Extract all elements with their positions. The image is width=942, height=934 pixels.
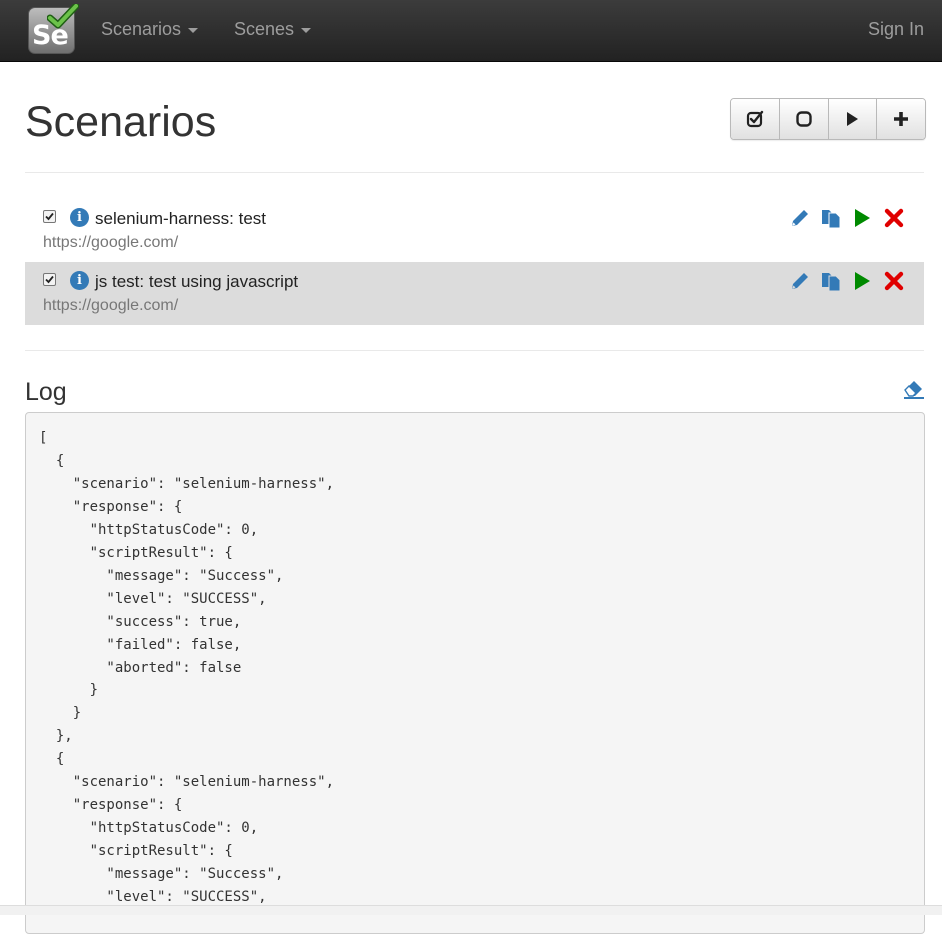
info-icon[interactable]: i: [70, 271, 89, 290]
nav-scenes-dropdown[interactable]: Scenes: [234, 19, 312, 40]
edit-icon: [792, 273, 808, 289]
eraser-icon: [904, 381, 924, 399]
scenario-checkbox[interactable]: [43, 210, 56, 223]
checkmark-icon: [45, 275, 54, 284]
scenario-actions: [789, 270, 909, 292]
scenario-row-selected[interactable]: i js test: test using javascript https:/…: [25, 262, 924, 325]
delete-button[interactable]: [883, 207, 905, 229]
copy-icon: [822, 210, 841, 229]
caret-down-icon: [301, 27, 312, 33]
checkmark-icon: [45, 212, 54, 221]
scenario-name[interactable]: selenium-harness: test: [95, 209, 266, 229]
clear-log-button[interactable]: [902, 376, 926, 400]
scenario-row[interactable]: i selenium-harness: test https://google.…: [25, 199, 924, 262]
info-icon[interactable]: i: [70, 208, 89, 227]
log-title: Log: [25, 378, 67, 406]
copy-icon: [822, 273, 841, 292]
plus-icon: [894, 112, 909, 126]
log-content: [ { "scenario": "selenium-harness", "res…: [39, 430, 335, 906]
select-all-icon: [746, 110, 764, 128]
scenario-toolbar: [730, 98, 926, 140]
add-scenario-button[interactable]: [877, 99, 925, 139]
scenario-name[interactable]: js test: test using javascript: [95, 272, 298, 292]
scenario-url: https://google.com/: [43, 297, 179, 314]
scenario-url: https://google.com/: [43, 234, 179, 251]
edit-icon: [792, 210, 808, 226]
play-icon: [847, 112, 859, 126]
divider: [25, 350, 924, 351]
run-button[interactable]: [851, 207, 873, 229]
sign-in-link[interactable]: Sign In: [868, 19, 924, 40]
nav-scenarios-label: Scenarios: [101, 19, 182, 39]
page-title: Scenarios: [25, 98, 217, 146]
run-button[interactable]: [851, 270, 873, 292]
log-output[interactable]: [ { "scenario": "selenium-harness", "res…: [25, 412, 925, 934]
stop-button[interactable]: [779, 99, 829, 139]
select-all-button[interactable]: [731, 99, 780, 139]
selenium-logo[interactable]: Se: [28, 4, 79, 54]
run-icon: [855, 209, 870, 227]
navbar: Se Scenarios Scenes Sign In: [0, 0, 942, 62]
edit-button[interactable]: [789, 270, 811, 292]
copy-button[interactable]: [820, 270, 842, 292]
stop-icon: [795, 111, 812, 127]
scenario-checkbox[interactable]: [43, 273, 56, 286]
delete-icon: [884, 208, 904, 228]
caret-down-icon: [188, 27, 199, 33]
edit-button[interactable]: [789, 207, 811, 229]
copy-button[interactable]: [820, 207, 842, 229]
nav-scenes-label: Scenes: [234, 19, 295, 39]
delete-icon: [884, 271, 904, 291]
run-all-button[interactable]: [828, 99, 878, 139]
scenario-actions: [789, 207, 909, 229]
nav-scenarios-dropdown[interactable]: Scenarios: [101, 19, 199, 40]
checkmark-icon: [47, 4, 79, 29]
divider: [25, 172, 924, 173]
run-icon: [855, 272, 870, 290]
delete-button[interactable]: [883, 270, 905, 292]
